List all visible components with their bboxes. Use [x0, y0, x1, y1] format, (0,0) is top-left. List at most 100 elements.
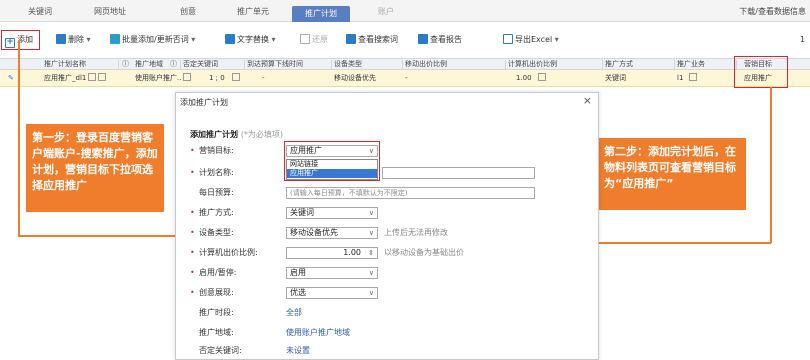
header-device[interactable]: 设备类型 [334, 59, 362, 70]
chevron-down-icon: ∨ [368, 269, 374, 277]
campaign-name-input[interactable] [382, 167, 535, 179]
device-select[interactable]: 移动设备优先 ∨ [286, 227, 378, 239]
dialog-title: 添加推广计划 [180, 98, 228, 107]
view-report-button[interactable]: 查看报告 [418, 33, 462, 47]
creative-select[interactable]: 优选 ∨ [286, 287, 378, 299]
cell-method: 关键词 [605, 74, 626, 82]
column-divider [180, 60, 181, 69]
target-select-highlight [284, 141, 380, 181]
required-mark: • [190, 168, 195, 177]
step-two-callout: 第二步：添加完计划后，在物料列表页可查看营销目标为“应用推广” [598, 138, 746, 210]
download-data-link[interactable]: 下载/查看数据信息 [739, 6, 806, 17]
batch-icon [110, 34, 120, 44]
batch-negative-button[interactable]: 批量添加/更新否词 ▾ [110, 33, 195, 47]
pc-ratio-label: • 计算机出价比例: [190, 248, 258, 257]
tab-campaign[interactable]: 推广计划 [292, 6, 350, 22]
plus-icon: + [5, 37, 15, 48]
column-divider [331, 60, 332, 69]
time-link[interactable]: 全部 [286, 307, 302, 319]
text-replace-button[interactable]: 文字替换 ▾ [225, 33, 276, 47]
page-number: 1 [800, 35, 806, 44]
export-button[interactable]: 导出Excel ▾ [503, 33, 559, 47]
budget-input[interactable]: (请输入每日预算，不填默认为不限定) [286, 187, 535, 199]
header-pc-ratio[interactable]: 计算机出价比例 [508, 59, 557, 70]
add-campaign-dialog: 添加推广计划 × 添加推广计划 (*为必填项) • 营销目标: 应用推广 ∨ 网站链… [175, 92, 599, 360]
help-icon: ⓘ [122, 60, 129, 68]
edit-icon[interactable] [537, 73, 546, 81]
header-negative-keywords[interactable]: 否定关键词 [183, 59, 218, 70]
header-campaign-name[interactable]: 推广计划名称 [44, 59, 86, 70]
close-icon[interactable]: × [583, 94, 592, 107]
required-mark: • [190, 146, 195, 155]
toolbar: + 添加 删除 ▾ 批量添加/更新否词 ▾ 文字替换 ▾ 还原 查看搜索词 查看报… [0, 28, 810, 52]
region-label: 推广地域: [199, 328, 234, 337]
cell-negative[interactable]: 1 ; 0 [209, 73, 225, 84]
edit-icon[interactable] [98, 73, 107, 81]
delete-button[interactable]: 删除 ▾ [56, 33, 91, 47]
required-note: (*为必填项) [240, 130, 284, 139]
chevron-down-icon: ▾ [271, 35, 276, 44]
edit-icon[interactable] [88, 73, 97, 81]
tab-creative[interactable]: 创意 [168, 5, 208, 19]
chevron-down-icon: ▾ [191, 35, 196, 44]
column-divider [505, 60, 506, 69]
edit-icon[interactable] [183, 73, 192, 81]
time-label: 推广时段: [199, 308, 234, 317]
cell-business[interactable]: l1 [677, 73, 698, 84]
column-divider [244, 60, 245, 69]
status-select[interactable]: 启用 ∨ [286, 267, 378, 279]
negative-link[interactable]: 未设置 [286, 345, 310, 357]
negative-label: 否定关键词: [199, 346, 242, 355]
connector-line [598, 242, 771, 244]
region-link[interactable]: 使用账户推广地域 [286, 327, 350, 339]
header-region[interactable]: 推广地域 [135, 59, 163, 70]
spinner-icon[interactable]: ⇕ [368, 248, 374, 258]
trash-icon [56, 34, 66, 44]
table-row[interactable]: ✎ 应用推广_dl1 使用账户推广.. 1 ; 0 - 移动设备优先 - 1.0… [0, 70, 810, 87]
cell-pc-ratio[interactable]: 1.00 [516, 73, 546, 84]
section-title: 添加推广计划 (*为必填项) [190, 130, 284, 139]
chevron-down-icon: ▾ [86, 35, 91, 44]
header-budget-time[interactable]: 到达预算下线时间 [247, 59, 303, 70]
export-icon [503, 34, 513, 44]
budget-label: 每日预算: [199, 188, 234, 197]
restore-icon [300, 34, 310, 44]
grid-header: 推广计划名称 ⓘ 推广地域 ⓘ 否定关键词 到达预算下线时间 设备类型 移动出价… [0, 58, 810, 70]
view-search-terms-button[interactable]: 查看搜索词 [346, 33, 398, 47]
tab-account[interactable]: 账户 [366, 5, 406, 19]
edit-icon[interactable] [230, 73, 240, 84]
method-select[interactable]: 关键词 ∨ [286, 207, 378, 219]
bar-chart-icon [418, 34, 428, 44]
target-label: • 营销目标: [190, 146, 234, 155]
chevron-down-icon: ∨ [368, 229, 374, 237]
tab-keywords[interactable]: 关键词 [14, 5, 66, 19]
required-mark: • [190, 248, 195, 257]
status-label: • 启用/暂停: [190, 268, 237, 277]
required-mark: • [190, 288, 195, 297]
required-mark: • [190, 268, 195, 277]
required-mark: • [190, 228, 195, 237]
tab-ad-unit[interactable]: 推广单元 [225, 5, 281, 19]
column-divider [602, 60, 603, 69]
chevron-down-icon: ∨ [368, 289, 374, 297]
pc-ratio-stepper[interactable]: 1.00 ⇕ [286, 247, 378, 259]
header-mobile-ratio[interactable]: 移动出价比例 [405, 59, 447, 70]
header-business[interactable]: 推广业务 [677, 59, 705, 70]
top-tab-bar: 关键词 网页地址 创意 推广单元 推广计划 账户 下载/查看数据信息 [0, 0, 810, 22]
pencil-icon[interactable]: ✎ [8, 73, 14, 84]
cell-region[interactable]: 使用账户推广.. [135, 73, 192, 84]
required-mark: • [190, 208, 195, 217]
cell-device: 移动设备优先 [334, 74, 376, 82]
edit-icon[interactable] [689, 73, 698, 81]
connector-line [18, 40, 20, 236]
header-method[interactable]: 推广方式 [605, 59, 633, 70]
creative-label: • 创意展现: [190, 288, 234, 297]
cell-campaign-name[interactable]: 应用推广_dl1 [44, 73, 107, 84]
pc-ratio-hint: 以移动设备为基础出价 [384, 248, 464, 257]
tab-web-address[interactable]: 网页地址 [80, 5, 140, 19]
cell-mobile-ratio: - [405, 74, 408, 82]
help-icon: ⓘ [170, 60, 177, 68]
connector-line [18, 235, 176, 237]
target-column-highlight [734, 56, 788, 88]
restore-button[interactable]: 还原 [300, 33, 328, 47]
